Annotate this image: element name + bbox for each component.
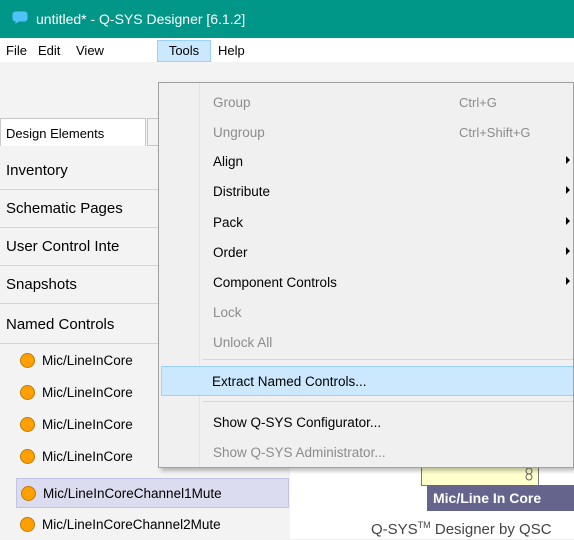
menu-item-label: Pack (213, 215, 244, 230)
component-title[interactable]: Mic/Line In Core (427, 485, 574, 511)
control-status-icon (20, 517, 35, 532)
menu-item-label: Component Controls (213, 275, 337, 290)
menu-item-label: Unlock All (213, 335, 273, 350)
section-label: Snapshots (6, 276, 77, 293)
submenu-arrow-icon (566, 277, 570, 285)
footer-brand: Q-SYS (371, 521, 418, 538)
menu-item-order[interactable]: Order (161, 237, 573, 267)
control-status-icon (20, 449, 35, 464)
footer-trademark: TM (417, 520, 431, 530)
menu-item-component-controls[interactable]: Component Controls (161, 267, 573, 297)
control-status-icon (21, 486, 36, 501)
named-control-label: Mic/LineInCore (42, 417, 133, 432)
menu-item-show-configurator[interactable]: Show Q-SYS Configurator... (161, 407, 573, 437)
section-label: Schematic Pages (6, 200, 123, 217)
control-status-icon (20, 385, 35, 400)
menu-item-extract-named-controls[interactable]: Extract Named Controls... (161, 366, 573, 396)
submenu-arrow-icon (566, 217, 570, 225)
named-control-label: Mic/LineInCore (42, 353, 133, 368)
menu-item-distribute[interactable]: Distribute (161, 176, 573, 206)
qsys-app-icon (12, 11, 28, 24)
menu-file[interactable]: File (6, 41, 27, 61)
section-label: Inventory (6, 162, 68, 179)
named-control-label: Mic/LineInCore (42, 385, 133, 400)
menu-item-label: Show Q-SYS Configurator... (213, 415, 382, 430)
menu-item-label: Distribute (213, 184, 271, 199)
menu-item-align[interactable]: Align (161, 146, 573, 176)
menu-item-show-administrator[interactable]: Show Q-SYS Administrator... (161, 437, 573, 467)
window-title: untitled* - Q-SYS Designer [6.1.2] (36, 11, 246, 27)
menu-item-shortcut: Ctrl+Shift+G (459, 125, 531, 140)
canvas-footer: Q-SYSTM Designer by QSC (371, 520, 552, 538)
menu-help[interactable]: Help (218, 41, 245, 61)
named-control-item-selected[interactable]: Mic/LineInCoreChannel1Mute (16, 478, 289, 508)
component-pin-icon (525, 467, 533, 481)
menu-item-unlock-all[interactable]: Unlock All (161, 327, 573, 357)
section-label: User Control Inte (6, 238, 120, 255)
menu-view[interactable]: View (76, 41, 104, 61)
tools-menu-dropdown: Group Ctrl+G Ungroup Ctrl+Shift+G Align … (158, 82, 574, 468)
menu-separator (203, 359, 573, 360)
menu-item-label: Align (213, 154, 244, 169)
control-status-icon (20, 417, 35, 432)
menu-item-shortcut: Ctrl+G (459, 95, 497, 110)
named-control-item[interactable]: Mic/LineInCoreChannel2Mute (16, 510, 289, 540)
title-bar: untitled* - Q-SYS Designer [6.1.2] (0, 0, 574, 38)
menu-item-label: Lock (213, 305, 242, 320)
footer-rest: Designer by QSC (430, 521, 552, 538)
menu-item-lock[interactable]: Lock (161, 297, 573, 327)
tab-design-elements[interactable]: Design Elements (0, 118, 146, 146)
menu-item-ungroup[interactable]: Ungroup Ctrl+Shift+G (161, 117, 573, 147)
submenu-arrow-icon (566, 156, 570, 164)
menu-item-label: Group (213, 95, 251, 110)
menu-item-label: Ungroup (213, 125, 265, 140)
named-control-label: Mic/LineInCore (42, 449, 133, 464)
menu-edit[interactable]: Edit (38, 41, 60, 61)
named-control-label: Mic/LineInCoreChannel2Mute (42, 517, 221, 532)
control-status-icon (20, 353, 35, 368)
menu-bar: File Edit View Tools Help (0, 38, 574, 62)
tab-design-elements-label: Design Elements (6, 126, 105, 141)
named-control-label: Mic/LineInCoreChannel1Mute (43, 486, 222, 501)
component-title-text: Mic/Line In Core (433, 490, 542, 506)
menu-separator (203, 401, 573, 402)
submenu-arrow-icon (566, 186, 570, 194)
menu-item-group[interactable]: Group Ctrl+G (161, 87, 573, 117)
menu-tools[interactable]: Tools (157, 40, 211, 62)
section-label: Named Controls (6, 316, 115, 333)
menu-item-label: Order (213, 245, 248, 260)
submenu-arrow-icon (566, 247, 570, 255)
menu-item-label: Show Q-SYS Administrator... (213, 445, 386, 460)
menu-item-pack[interactable]: Pack (161, 207, 573, 237)
menu-item-label: Extract Named Controls... (212, 374, 367, 389)
